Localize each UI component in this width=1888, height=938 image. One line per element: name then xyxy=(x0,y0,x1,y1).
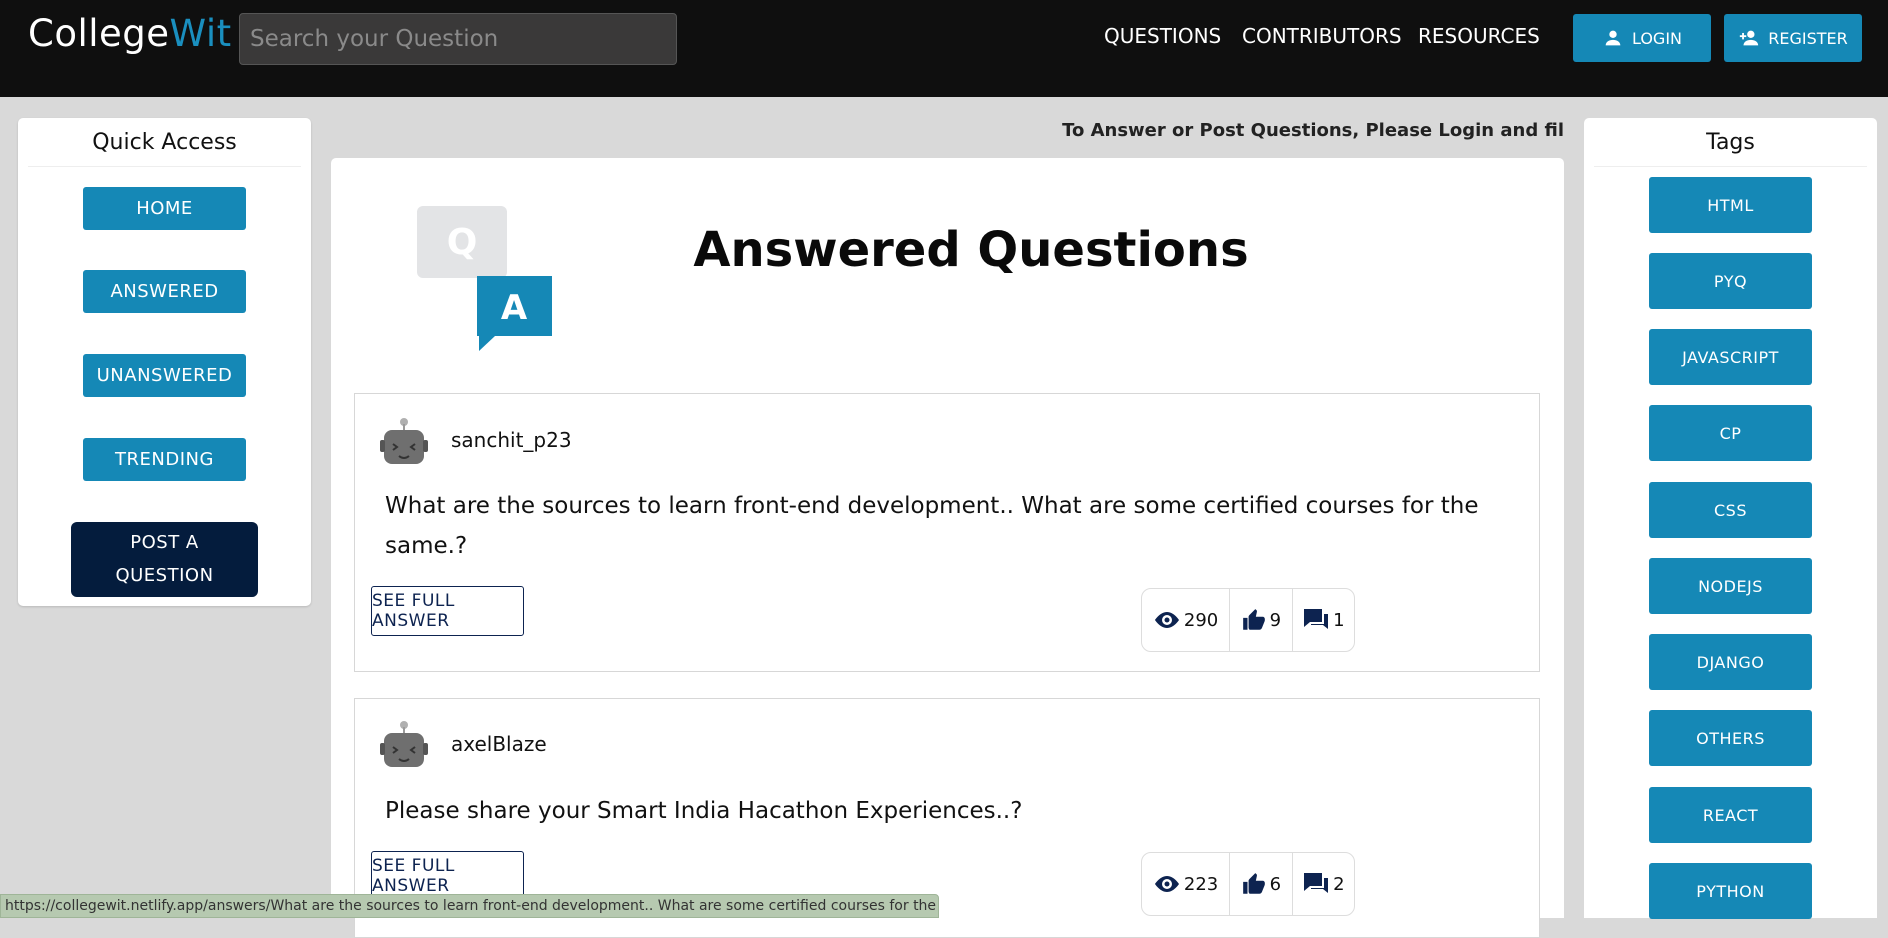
unanswered-button[interactable]: UNANSWERED xyxy=(83,354,246,397)
person-add-icon xyxy=(1740,30,1759,46)
navbar: CollegeWit QUESTIONS CONTRIBUTORS RESOUR… xyxy=(0,0,1888,97)
tag-javascript[interactable]: JAVASCRIPT xyxy=(1649,329,1812,385)
see-full-answer-button[interactable]: SEE FULL ANSWER xyxy=(371,586,524,636)
tag-nodejs[interactable]: NODEJS xyxy=(1649,558,1812,614)
eye-icon xyxy=(1154,876,1179,892)
views-stat: 223 xyxy=(1142,853,1229,915)
login-label: LOGIN xyxy=(1631,28,1683,48)
logo[interactable]: CollegeWit xyxy=(28,12,232,55)
login-button[interactable]: LOGIN xyxy=(1573,14,1711,62)
register-label: REGISTER xyxy=(1768,28,1848,48)
qa-icon-a: A xyxy=(501,288,528,328)
robot-avatar-icon xyxy=(380,721,428,767)
post-question-line2: QUESTION xyxy=(115,565,214,586)
comments-count: 2 xyxy=(1333,873,1345,895)
divider xyxy=(28,166,301,167)
search-input[interactable] xyxy=(239,13,677,65)
main-content: Q A Answered Questions sanchit_p23 What … xyxy=(331,158,1564,938)
comments-stat[interactable]: 2 xyxy=(1291,853,1354,915)
answered-button[interactable]: ANSWERED xyxy=(83,270,246,313)
question-author[interactable]: axelBlaze xyxy=(451,732,547,756)
tag-django[interactable]: DJANGO xyxy=(1649,634,1812,690)
robot-avatar-icon xyxy=(380,418,428,464)
quick-access-panel: Quick Access HOME ANSWERED UNANSWERED TR… xyxy=(18,118,311,606)
comments-count: 1 xyxy=(1333,609,1345,631)
tag-css[interactable]: CSS xyxy=(1649,482,1812,538)
divider xyxy=(1594,166,1867,167)
likes-stat[interactable]: 6 xyxy=(1229,853,1291,915)
tags-title: Tags xyxy=(1706,130,1755,155)
tag-pyq[interactable]: PYQ xyxy=(1649,253,1812,309)
quick-access-title: Quick Access xyxy=(92,130,237,155)
logo-text-wit: Wit xyxy=(169,12,232,55)
tag-others[interactable]: OTHERS xyxy=(1649,710,1812,766)
tags-panel: Tags HTML PYQ JAVASCRIPT CP CSS NODEJS D… xyxy=(1584,118,1877,919)
likes-stat[interactable]: 9 xyxy=(1229,589,1291,651)
tag-cp[interactable]: CP xyxy=(1649,405,1812,461)
person-icon xyxy=(1605,30,1621,46)
post-question-line1: POST A xyxy=(130,532,199,553)
nav-questions[interactable]: QUESTIONS xyxy=(1104,24,1221,48)
question-text[interactable]: Please share your Smart India Hacathon E… xyxy=(385,791,1515,831)
views-stat: 290 xyxy=(1142,589,1229,651)
eye-icon xyxy=(1154,612,1179,628)
home-button[interactable]: HOME xyxy=(83,187,246,230)
trending-button[interactable]: TRENDING xyxy=(83,438,246,481)
nav-resources[interactable]: RESOURCES xyxy=(1418,24,1540,48)
register-button[interactable]: REGISTER xyxy=(1724,14,1862,62)
link-status-bar: https://collegewit.netlify.app/answers/W… xyxy=(0,894,939,918)
comment-icon xyxy=(1304,873,1329,893)
qa-icon: Q A xyxy=(417,206,552,351)
question-stats: 223 6 2 xyxy=(1141,852,1355,916)
tag-html[interactable]: HTML xyxy=(1649,177,1812,233)
comment-icon xyxy=(1304,609,1329,629)
qa-icon-q: Q xyxy=(447,222,478,263)
views-count: 223 xyxy=(1183,873,1219,895)
post-question-button[interactable]: POST A QUESTION xyxy=(71,522,258,597)
views-count: 290 xyxy=(1183,609,1219,631)
tag-react[interactable]: REACT xyxy=(1649,787,1812,843)
thumbs-up-icon xyxy=(1242,609,1265,630)
tag-python[interactable]: PYTHON xyxy=(1649,863,1812,919)
nav-contributors[interactable]: CONTRIBUTORS xyxy=(1242,24,1402,48)
thumbs-up-icon xyxy=(1242,873,1265,894)
page-title: Answered Questions xyxy=(693,222,1249,278)
question-text[interactable]: What are the sources to learn front-end … xyxy=(385,486,1515,566)
question-author[interactable]: sanchit_p23 xyxy=(451,428,572,452)
likes-count: 6 xyxy=(1269,873,1282,895)
comments-stat[interactable]: 1 xyxy=(1291,589,1354,651)
question-card: sanchit_p23 What are the sources to lear… xyxy=(354,393,1540,672)
logo-text-college: College xyxy=(28,12,170,55)
login-notice: To Answer or Post Questions, Please Logi… xyxy=(1062,120,1564,141)
likes-count: 9 xyxy=(1269,609,1282,631)
question-stats: 290 9 1 xyxy=(1141,588,1355,652)
